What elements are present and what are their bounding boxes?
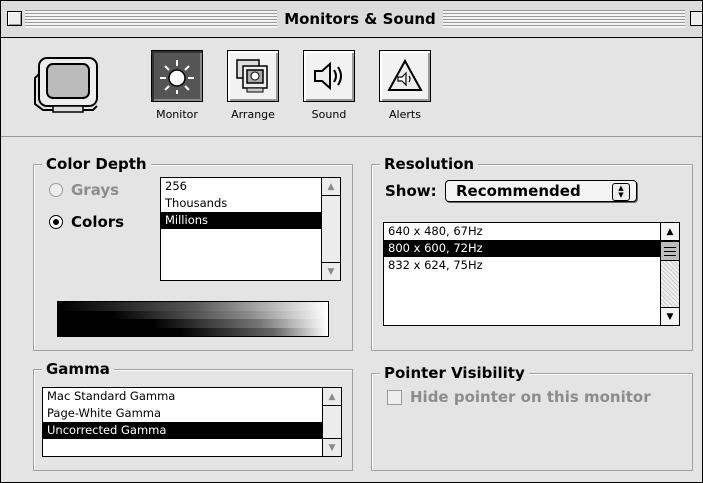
hide-pointer-checkbox[interactable]: Hide pointer on this monitor <box>387 388 651 406</box>
resolution-title: Resolution <box>380 155 479 173</box>
arrange-monitors-icon <box>236 59 268 93</box>
list-item[interactable]: 832 x 624, 75Hz <box>384 257 679 274</box>
checkbox-box[interactable] <box>387 389 402 405</box>
colors-radio[interactable]: Colors <box>49 213 124 231</box>
monitor-brightness-icon <box>160 60 194 94</box>
list-item[interactable]: 640 x 480, 67Hz <box>384 223 679 240</box>
title-bar-stripes-right <box>443 10 685 28</box>
alerts-tool-button[interactable]: Alerts <box>375 50 435 121</box>
resolution-list[interactable]: 640 x 480, 67Hz 800 x 600, 72Hz 832 x 62… <box>383 222 680 326</box>
color-depth-scrollbar[interactable]: ▲ ▼ <box>321 178 340 280</box>
scroll-down-arrow-icon[interactable]: ▼ <box>322 262 340 280</box>
monitor-tool-button[interactable]: Monitor <box>147 50 207 121</box>
scroll-down-arrow-icon[interactable]: ▼ <box>661 307 679 325</box>
alerts-tool-label: Alerts <box>389 108 421 121</box>
sound-tool-button[interactable]: Sound <box>299 50 359 121</box>
colors-radio-label: Colors <box>71 213 125 231</box>
list-item-selected[interactable]: Uncorrected Gamma <box>43 422 323 439</box>
grays-radio[interactable]: Grays <box>49 181 119 199</box>
color-depth-preview-gradient <box>57 301 329 337</box>
color-depth-title: Color Depth <box>42 155 151 173</box>
grays-radio-label: Grays <box>71 181 120 199</box>
arrange-tool-label: Arrange <box>231 108 275 121</box>
scroll-thumb[interactable] <box>661 241 679 261</box>
show-popup-menu[interactable]: Recommended ▲ ▼ <box>445 180 637 202</box>
list-item[interactable]: Page-White Gamma <box>43 405 341 422</box>
window-title: Monitors & Sound <box>280 10 440 28</box>
close-box-button[interactable] <box>7 11 22 26</box>
gamma-list[interactable]: Mac Standard Gamma Page-White Gamma Unco… <box>42 387 342 457</box>
popup-arrows-icon: ▲ ▼ <box>612 183 630 201</box>
monitor-tool-label: Monitor <box>156 108 198 121</box>
title-bar-stripes-left <box>25 10 277 28</box>
title-bar[interactable]: Monitors & Sound <box>1 1 702 38</box>
sound-tool-label: Sound <box>311 108 347 121</box>
gamma-scrollbar[interactable]: ▲ ▼ <box>322 388 341 456</box>
arrange-tool-button[interactable]: Arrange <box>223 50 283 121</box>
show-popup-value: Recommended <box>456 182 581 200</box>
resolution-scrollbar[interactable]: ▲ ▼ <box>660 223 679 325</box>
speaker-icon <box>314 61 342 91</box>
alert-triangle-icon <box>387 58 423 91</box>
gamma-title: Gamma <box>42 360 114 378</box>
list-item[interactable]: 256 <box>161 178 340 195</box>
monitor-icon <box>33 54 103 118</box>
hide-pointer-label: Hide pointer on this monitor <box>410 388 651 406</box>
monitors-sound-window: Monitors & Sound Monitor Arrange Sound A… <box>0 0 703 483</box>
color-depth-list[interactable]: 256 Thousands Millions ▲ ▼ <box>160 177 341 281</box>
pointer-visibility-title: Pointer Visibility <box>380 364 529 382</box>
scroll-up-arrow-icon[interactable]: ▲ <box>322 178 340 196</box>
show-label: Show: <box>385 182 437 200</box>
panel-toolbar: Monitor Arrange Sound Alerts <box>1 38 702 137</box>
scroll-down-arrow-icon[interactable]: ▼ <box>323 438 341 456</box>
scroll-up-arrow-icon[interactable]: ▲ <box>323 388 341 406</box>
list-item-selected[interactable]: Millions <box>161 212 322 229</box>
list-item[interactable]: Mac Standard Gamma <box>43 388 341 405</box>
list-item-selected[interactable]: 800 x 600, 72Hz <box>384 240 661 257</box>
scroll-up-arrow-icon[interactable]: ▲ <box>661 223 679 241</box>
list-item[interactable]: Thousands <box>161 195 340 212</box>
zoom-box-button[interactable] <box>690 11 702 26</box>
